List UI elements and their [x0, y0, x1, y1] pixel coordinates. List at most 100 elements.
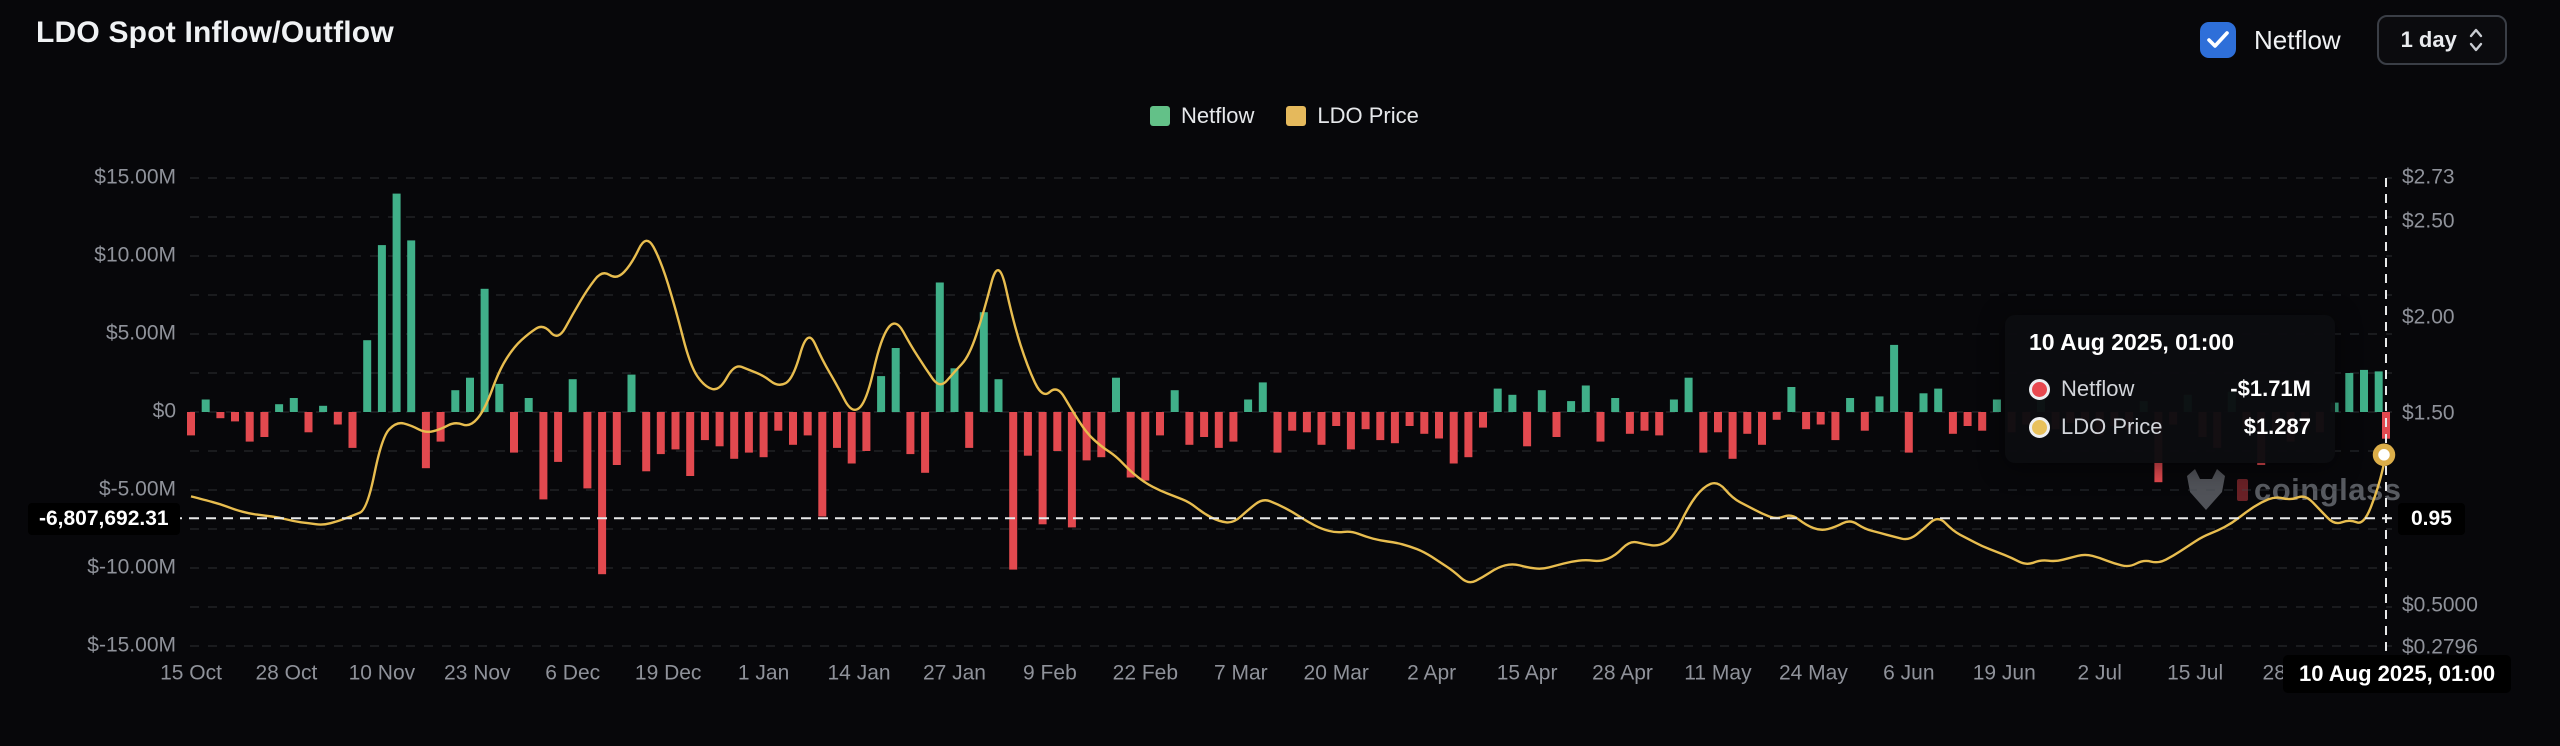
- netflow-bar[interactable]: [804, 412, 812, 435]
- netflow-bar[interactable]: [2345, 373, 2353, 412]
- netflow-bar[interactable]: [701, 412, 709, 440]
- netflow-bar[interactable]: [965, 412, 973, 448]
- netflow-bar[interactable]: [862, 412, 870, 451]
- netflow-bar[interactable]: [1229, 412, 1237, 442]
- netflow-bar[interactable]: [686, 412, 694, 476]
- netflow-bar[interactable]: [906, 412, 914, 454]
- netflow-bar[interactable]: [481, 289, 489, 412]
- netflow-bar[interactable]: [305, 412, 313, 432]
- netflow-bar[interactable]: [1420, 412, 1428, 434]
- netflow-bar[interactable]: [1553, 412, 1561, 437]
- netflow-bar[interactable]: [1112, 378, 1120, 412]
- netflow-bar[interactable]: [1905, 412, 1913, 453]
- netflow-bar[interactable]: [774, 412, 782, 431]
- netflow-bar[interactable]: [1171, 390, 1179, 412]
- netflow-bar[interactable]: [1406, 412, 1414, 426]
- netflow-bar[interactable]: [598, 412, 606, 574]
- netflow-bar[interactable]: [1347, 412, 1355, 449]
- netflow-bar[interactable]: [2375, 371, 2383, 412]
- netflow-bar[interactable]: [1964, 412, 1972, 426]
- netflow-bar[interactable]: [1846, 398, 1854, 412]
- netflow-bar[interactable]: [1773, 412, 1781, 420]
- netflow-bar[interactable]: [628, 375, 636, 412]
- netflow-bar[interactable]: [1802, 412, 1810, 429]
- netflow-bar[interactable]: [1641, 412, 1649, 431]
- netflow-bar[interactable]: [642, 412, 650, 471]
- netflow-bar[interactable]: [1450, 412, 1458, 464]
- netflow-bar[interactable]: [877, 376, 885, 412]
- netflow-bar[interactable]: [1362, 412, 1370, 429]
- netflow-bar[interactable]: [451, 390, 459, 412]
- netflow-bar[interactable]: [1288, 412, 1296, 431]
- netflow-bar[interactable]: [422, 412, 430, 468]
- netflow-bar[interactable]: [833, 412, 841, 448]
- netflow-bar[interactable]: [1244, 400, 1252, 413]
- netflow-bar[interactable]: [1831, 412, 1839, 440]
- netflow-bar[interactable]: [187, 412, 195, 435]
- netflow-bar[interactable]: [1699, 412, 1707, 453]
- netflow-bar[interactable]: [1817, 412, 1825, 425]
- netflow-bar[interactable]: [363, 340, 371, 412]
- netflow-bar[interactable]: [848, 412, 856, 464]
- netflow-bar[interactable]: [539, 412, 547, 499]
- netflow-bar[interactable]: [583, 412, 591, 488]
- netflow-bar[interactable]: [260, 412, 268, 437]
- netflow-bar[interactable]: [1582, 386, 1590, 413]
- netflow-bar[interactable]: [1464, 412, 1472, 457]
- netflow-bar[interactable]: [1655, 412, 1663, 435]
- netflow-bar[interactable]: [319, 406, 327, 412]
- netflow-bar[interactable]: [1685, 378, 1693, 412]
- netflow-bar[interactable]: [1920, 393, 1928, 412]
- netflow-bar[interactable]: [760, 412, 768, 457]
- netflow-bar[interactable]: [1670, 400, 1678, 413]
- netflow-bar[interactable]: [393, 194, 401, 412]
- netflow-bar[interactable]: [980, 312, 988, 412]
- netflow-bar[interactable]: [1729, 412, 1737, 459]
- netflow-bar[interactable]: [995, 379, 1003, 412]
- netflow-bar[interactable]: [613, 412, 621, 465]
- netflow-bar[interactable]: [1274, 412, 1282, 453]
- netflow-bar[interactable]: [1039, 412, 1047, 524]
- netflow-bar[interactable]: [1597, 412, 1605, 442]
- netflow-bar[interactable]: [1024, 412, 1032, 456]
- netflow-bar[interactable]: [1787, 387, 1795, 412]
- netflow-bar[interactable]: [1097, 412, 1105, 457]
- netflow-bar[interactable]: [730, 412, 738, 459]
- netflow-bar[interactable]: [1758, 412, 1766, 445]
- netflow-bar[interactable]: [921, 412, 929, 473]
- netflow-bar[interactable]: [1567, 401, 1575, 412]
- netflow-bar[interactable]: [495, 384, 503, 412]
- netflow-bar[interactable]: [1523, 412, 1531, 446]
- netflow-bar[interactable]: [1626, 412, 1634, 434]
- netflow-bar[interactable]: [275, 404, 283, 412]
- netflow-bar[interactable]: [290, 398, 298, 412]
- netflow-bar[interactable]: [246, 412, 254, 442]
- netflow-bar[interactable]: [569, 379, 577, 412]
- netflow-bar[interactable]: [1890, 345, 1898, 412]
- netflow-bar[interactable]: [1479, 412, 1487, 428]
- netflow-bar[interactable]: [216, 412, 224, 418]
- netflow-bar[interactable]: [1318, 412, 1326, 445]
- netflow-bar[interactable]: [202, 400, 210, 413]
- netflow-bar[interactable]: [1156, 412, 1164, 435]
- netflow-bar[interactable]: [1391, 412, 1399, 443]
- netflow-bar[interactable]: [1303, 412, 1311, 432]
- netflow-bar[interactable]: [1200, 412, 1208, 437]
- netflow-bar[interactable]: [2360, 370, 2368, 412]
- netflow-bar[interactable]: [1934, 389, 1942, 412]
- netflow-bar[interactable]: [1009, 412, 1017, 570]
- netflow-bar[interactable]: [349, 412, 357, 448]
- netflow-bar[interactable]: [818, 412, 826, 517]
- netflow-bar[interactable]: [936, 283, 944, 413]
- netflow-bar[interactable]: [1215, 412, 1223, 448]
- netflow-bar[interactable]: [1259, 382, 1267, 412]
- netflow-bar[interactable]: [1993, 400, 2001, 413]
- netflow-bar[interactable]: [1978, 412, 1986, 431]
- netflow-bar[interactable]: [1185, 412, 1193, 445]
- netflow-bar[interactable]: [1743, 412, 1751, 434]
- netflow-bar[interactable]: [378, 245, 386, 412]
- netflow-bar[interactable]: [1068, 412, 1076, 527]
- netflow-bar[interactable]: [716, 412, 724, 446]
- netflow-bar[interactable]: [1876, 396, 1884, 412]
- netflow-bar[interactable]: [1538, 390, 1546, 412]
